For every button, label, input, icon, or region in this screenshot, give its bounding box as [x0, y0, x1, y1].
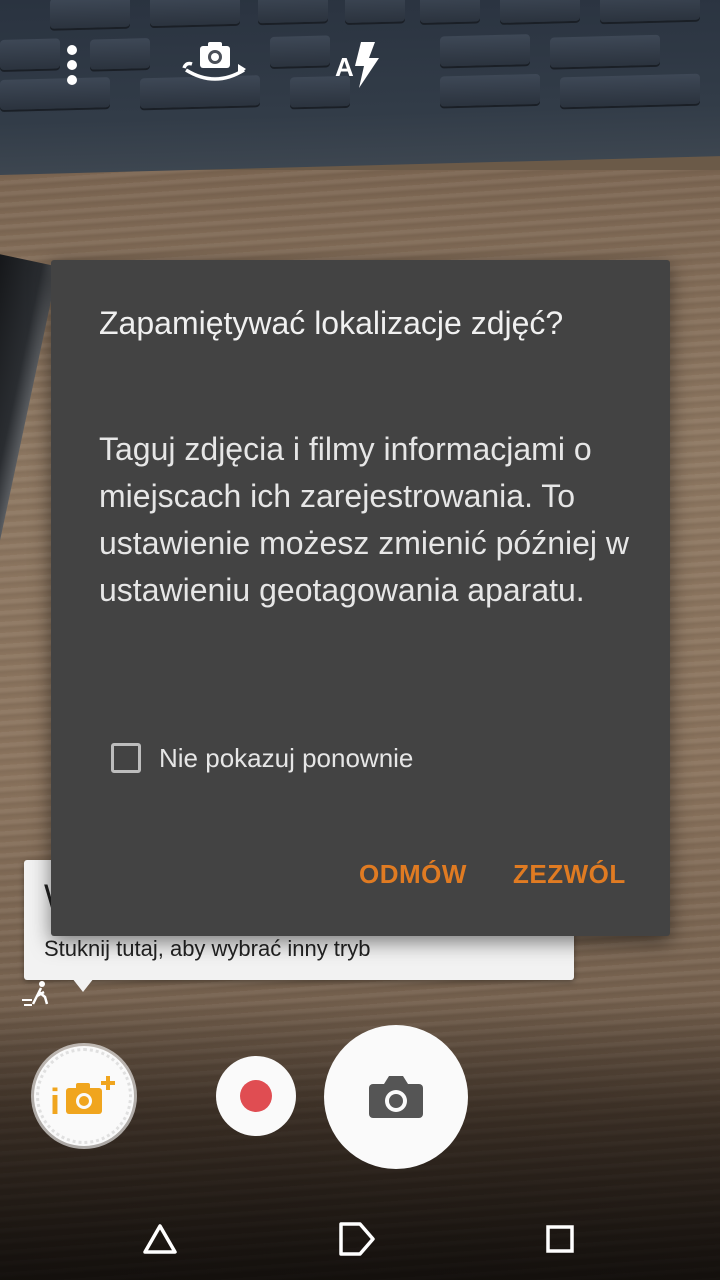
shutter-button[interactable]	[324, 1025, 468, 1169]
mode-hint-text: Stuknij tutaj, aby wybrać inny tryb	[44, 936, 371, 961]
switch-camera-button[interactable]	[178, 40, 252, 90]
dialog-title: Zapamiętywać lokalizacje zdjęć?	[99, 305, 564, 341]
nav-back-button[interactable]	[135, 1214, 185, 1264]
location-permission-dialog: Zapamiętywać lokalizacje zdjęć? Taguj zd…	[51, 260, 670, 936]
triangle-back-icon	[143, 1224, 177, 1254]
vertical-dots-icon	[67, 45, 77, 85]
tooltip-pointer	[72, 978, 94, 992]
record-dot-icon	[240, 1080, 272, 1112]
menu-button[interactable]	[52, 40, 92, 90]
flash-auto-icon: A	[335, 42, 379, 88]
camera-screen: A W Stuknij tutaj, aby wybrać inny tryb …	[0, 0, 720, 1280]
flash-mode-button[interactable]: A	[328, 40, 390, 90]
nav-home-button[interactable]	[332, 1214, 382, 1264]
intelligent-auto-plus-icon: i	[50, 1076, 115, 1120]
camera-switch-icon	[182, 42, 246, 81]
mode-button-letter: i	[50, 1081, 60, 1120]
checkbox-label: Nie pokazuj ponownie	[159, 742, 414, 773]
walking-person-icon	[22, 981, 49, 1006]
square-recents-icon	[546, 1225, 574, 1253]
camera-mode-button[interactable]: i	[34, 1046, 134, 1146]
record-video-button[interactable]	[216, 1056, 296, 1136]
dont-show-again-checkbox[interactable]: Nie pokazuj ponownie	[111, 738, 413, 778]
dialog-message: Taguj zdjęcia i filmy informacjami o mie…	[99, 431, 629, 608]
flash-auto-letter: A	[335, 52, 354, 82]
checkbox-box[interactable]	[111, 743, 141, 773]
home-icon	[339, 1222, 375, 1256]
allow-button[interactable]: ZEZWÓL	[513, 850, 626, 898]
deny-button[interactable]: ODMÓW	[359, 850, 467, 898]
nav-recents-button[interactable]	[535, 1214, 585, 1264]
camera-icon	[369, 1076, 423, 1118]
